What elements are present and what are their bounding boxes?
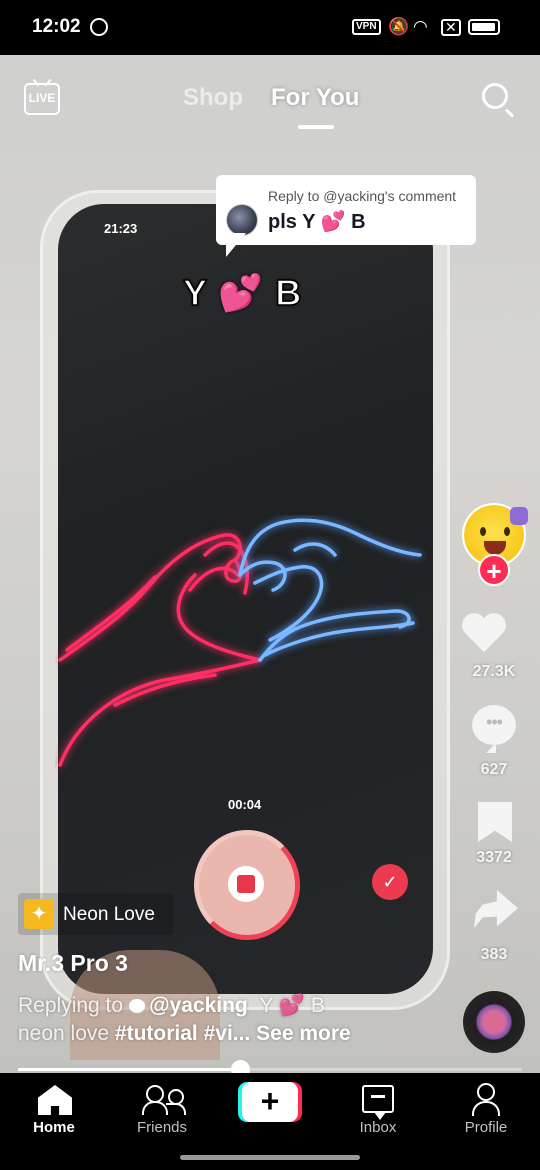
see-more-link[interactable]: See more xyxy=(256,1022,351,1045)
inbox-icon xyxy=(362,1085,394,1120)
comment-icon[interactable] xyxy=(472,705,516,753)
video-progress-fill xyxy=(18,1068,240,1071)
replying-prefix: Replying to xyxy=(18,994,124,1017)
battery-icon xyxy=(468,19,500,35)
active-tab-indicator xyxy=(298,125,334,129)
share-count: 383 xyxy=(480,946,508,963)
home-icon xyxy=(38,1085,72,1115)
profile-icon xyxy=(472,1083,500,1116)
reply-comment-text: pls Y 💕 B xyxy=(268,211,366,233)
status-time: 12:02 xyxy=(32,16,81,37)
comment-bubble-icon xyxy=(129,999,146,1014)
stop-icon xyxy=(237,875,255,893)
nav-inbox-label: Inbox xyxy=(359,1119,397,1136)
reply-comment-bubble[interactable]: Reply to @yacking's comment pls Y 💕 B xyxy=(216,175,476,257)
sparkle-wand-icon: ✦ xyxy=(24,899,54,929)
music-disc-icon[interactable] xyxy=(463,991,525,1053)
search-icon[interactable] xyxy=(482,83,508,109)
bookmark-count: 3372 xyxy=(476,849,512,866)
like-count: 27.3K xyxy=(472,663,516,680)
nav-home-label: Home xyxy=(33,1119,75,1136)
vpn-icon: VPN xyxy=(352,19,381,35)
phone-time: 21:23 xyxy=(104,221,138,236)
recording-timer: 00:04 xyxy=(228,797,262,812)
home-indicator xyxy=(180,1155,360,1160)
live-tv-icon[interactable]: LIVE xyxy=(24,83,60,115)
follow-button[interactable]: + xyxy=(478,554,510,586)
author-name[interactable]: Mr.3 Pro 3 xyxy=(18,950,128,977)
caption-text[interactable]: neon love #tutorial #vi... See more xyxy=(18,1022,351,1046)
mute-icon: 🔕 xyxy=(388,17,410,36)
caption-hashtags[interactable]: #tutorial #vi... xyxy=(115,1022,250,1045)
mention-suffix: Y 💕 B xyxy=(259,994,325,1017)
nav-profile-label: Profile xyxy=(464,1119,508,1136)
effect-tag[interactable]: ✦ Neon Love xyxy=(18,893,174,935)
heart-icon[interactable] xyxy=(472,612,520,656)
status-bar: 12:02 VPN 🔕 ◠ ✕ xyxy=(0,0,540,55)
video-overlay-text: Y 💕 B xyxy=(182,271,303,314)
reply-header: Reply to @yacking's comment xyxy=(268,188,457,204)
create-plus-icon: + xyxy=(242,1082,298,1122)
caption-mention[interactable]: @yacking xyxy=(149,994,248,1017)
tab-for-you[interactable]: For You xyxy=(271,84,359,112)
check-icon: ✓ xyxy=(372,864,408,900)
commenter-avatar xyxy=(226,204,258,236)
create-button[interactable]: + xyxy=(238,1082,302,1122)
caption-reply-line[interactable]: Replying to @yacking Y 💕 B xyxy=(18,994,325,1018)
comment-count: 627 xyxy=(480,761,508,778)
sync-icon xyxy=(90,18,108,36)
neon-hands-heart xyxy=(58,518,422,767)
caption-start: neon love xyxy=(18,1022,115,1045)
sim-off-icon: ✕ xyxy=(441,19,461,36)
effect-label: Neon Love xyxy=(63,904,155,925)
wifi-icon: ◠ xyxy=(413,17,428,36)
tab-shop[interactable]: Shop xyxy=(183,84,243,112)
nav-friends-label: Friends xyxy=(136,1119,188,1136)
creator-badge-icon xyxy=(510,507,528,525)
